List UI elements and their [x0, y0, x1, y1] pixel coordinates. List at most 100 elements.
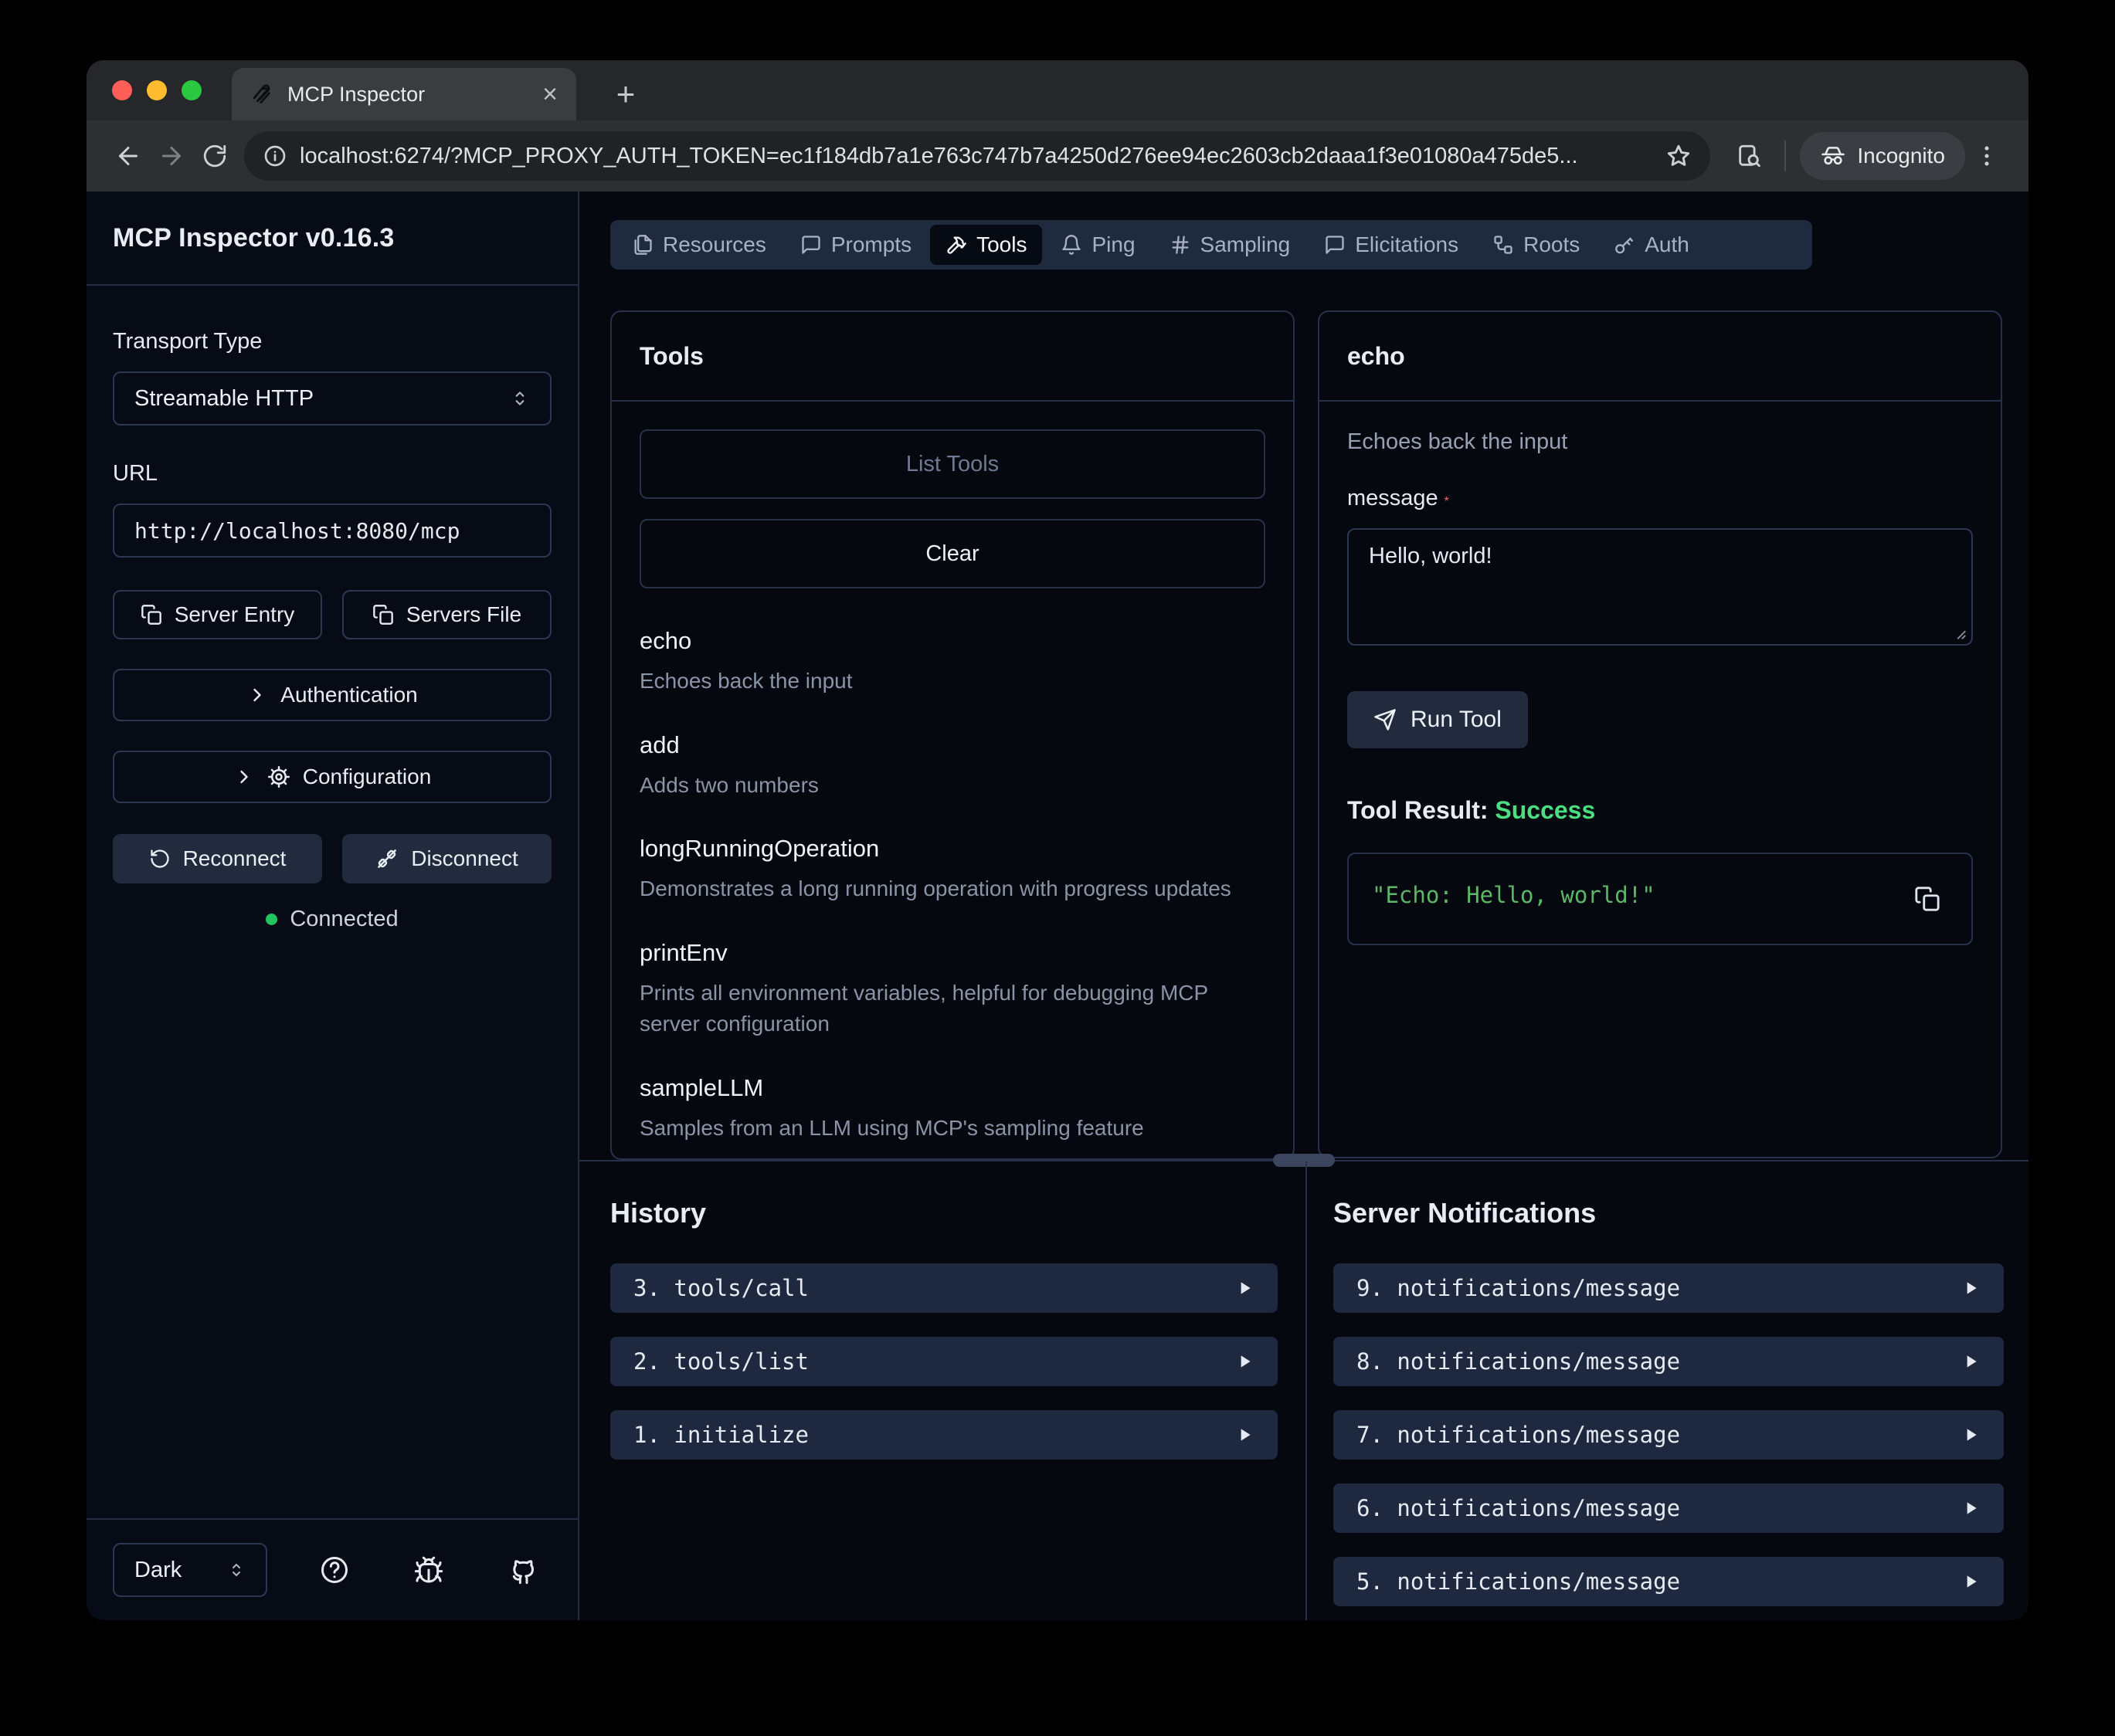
- browser-menu-icon[interactable]: [1965, 134, 2008, 178]
- connected-dot-icon: [266, 914, 277, 925]
- copy-result-button[interactable]: [1914, 882, 1948, 916]
- tab-prompts[interactable]: Prompts: [785, 225, 927, 265]
- history-title: History: [610, 1197, 1278, 1229]
- tab-tools[interactable]: Tools: [930, 225, 1042, 265]
- history-item-label: 1. initialize: [633, 1422, 809, 1448]
- chevrons-up-down-icon: [227, 1561, 246, 1579]
- tab-elicitations[interactable]: Elicitations: [1309, 225, 1474, 265]
- notification-item[interactable]: 6. notifications/message: [1333, 1483, 2004, 1533]
- clear-button[interactable]: Clear: [640, 519, 1265, 588]
- run-tool-button[interactable]: Run Tool: [1347, 691, 1528, 748]
- history-item[interactable]: 3. tools/call: [610, 1263, 1278, 1313]
- tool-name: printEnv: [640, 939, 1265, 967]
- back-icon[interactable]: [107, 134, 150, 178]
- github-icon[interactable]: [507, 1554, 539, 1586]
- servers-file-button[interactable]: Servers File: [342, 590, 552, 639]
- servers-file-label: Servers File: [406, 602, 521, 627]
- tab-ping[interactable]: Ping: [1045, 225, 1150, 265]
- server-notifications-panel: Server Notifications 9. notifications/me…: [1307, 1161, 2028, 1620]
- tab-sampling[interactable]: Sampling: [1154, 225, 1306, 265]
- connected-label: Connected: [290, 907, 398, 932]
- server-entry-button[interactable]: Server Entry: [113, 590, 322, 639]
- theme-select[interactable]: Dark: [113, 1543, 267, 1597]
- list-item[interactable]: longRunningOperation Demonstrates a long…: [640, 835, 1265, 905]
- bug-icon[interactable]: [412, 1554, 445, 1586]
- message-square-icon: [1324, 234, 1346, 256]
- configuration-expander[interactable]: Configuration: [113, 751, 552, 803]
- required-asterisk: *: [1445, 495, 1449, 508]
- hash-icon: [1170, 234, 1191, 256]
- workflow-icon: [1492, 234, 1514, 256]
- tool-result-label: Tool Result:: [1347, 796, 1489, 824]
- message-field[interactable]: Hello, world!: [1347, 528, 1973, 646]
- bookmark-star-icon[interactable]: [1665, 143, 1692, 169]
- help-icon[interactable]: [318, 1554, 351, 1586]
- tools-panel-header: Tools: [612, 312, 1293, 402]
- forward-icon: [150, 134, 193, 178]
- url-label: URL: [113, 461, 552, 487]
- list-item[interactable]: add Adds two numbers: [640, 731, 1265, 802]
- search-tabs-icon[interactable]: [1727, 134, 1770, 178]
- send-icon: [1373, 708, 1397, 731]
- notification-item[interactable]: 8. notifications/message: [1333, 1337, 2004, 1386]
- list-item[interactable]: echo Echoes back the input: [640, 627, 1265, 697]
- play-icon: [1234, 1278, 1254, 1298]
- chevrons-up-down-icon: [510, 388, 530, 409]
- key-icon: [1614, 234, 1635, 256]
- close-window-button[interactable]: [112, 80, 132, 100]
- tool-result-value: "Echo: Hello, world!": [1372, 882, 1914, 908]
- notification-item[interactable]: 7. notifications/message: [1333, 1410, 2004, 1460]
- tool-name: longRunningOperation: [640, 835, 1265, 863]
- tool-result-status: Success: [1495, 796, 1595, 824]
- chevron-right-icon: [246, 684, 268, 706]
- copy-icon: [141, 604, 162, 626]
- browser-tab[interactable]: MCP Inspector ×: [232, 68, 576, 120]
- notification-item[interactable]: 5. notifications/message: [1333, 1557, 2004, 1606]
- reconnect-button[interactable]: Reconnect: [113, 834, 322, 883]
- list-item[interactable]: sampleLLM Samples from an LLM using MCP'…: [640, 1074, 1265, 1144]
- browser-window: MCP Inspector × + localhost:6274/?MCP_PR…: [87, 60, 2028, 1620]
- tab-label: Auth: [1645, 232, 1689, 257]
- zoom-window-button[interactable]: [182, 80, 202, 100]
- server-url-input[interactable]: [113, 504, 552, 558]
- mcp-logo-icon: [250, 83, 273, 106]
- tool-detail-description: Echoes back the input: [1347, 429, 1973, 455]
- reconnect-label: Reconnect: [183, 846, 287, 871]
- play-icon: [1234, 1351, 1254, 1372]
- address-bar[interactable]: localhost:6274/?MCP_PROXY_AUTH_TOKEN=ec1…: [244, 131, 1710, 181]
- notification-item[interactable]: 9. notifications/message: [1333, 1263, 2004, 1313]
- bottom-panes: History 3. tools/call 2. tools/list 1. i…: [579, 1161, 2028, 1620]
- notification-item-label: 8. notifications/message: [1356, 1348, 1680, 1375]
- main-content: Resources Prompts Tools Ping: [579, 192, 2028, 1620]
- transport-type-label: Transport Type: [113, 329, 552, 354]
- gear-icon: [267, 765, 290, 788]
- tool-detail-title: echo: [1347, 342, 1405, 371]
- tab-roots[interactable]: Roots: [1477, 225, 1595, 265]
- incognito-badge: Incognito: [1800, 132, 1965, 180]
- transport-type-select[interactable]: Streamable HTTP: [113, 371, 552, 426]
- authentication-expander[interactable]: Authentication: [113, 669, 552, 721]
- run-tool-label: Run Tool: [1411, 707, 1502, 733]
- history-item[interactable]: 1. initialize: [610, 1410, 1278, 1460]
- rotate-ccw-icon: [149, 848, 171, 870]
- tool-result-line: Tool Result: Success: [1347, 796, 1973, 825]
- tab-label: Roots: [1523, 232, 1580, 257]
- new-tab-button[interactable]: +: [606, 74, 646, 114]
- message-field-label-row: message*: [1347, 486, 1973, 511]
- transport-type-value: Streamable HTTP: [134, 386, 314, 412]
- resize-grip-icon[interactable]: [1953, 626, 1967, 640]
- list-item[interactable]: printEnv Prints all environment variable…: [640, 939, 1265, 1040]
- list-tools-button[interactable]: List Tools: [640, 429, 1265, 499]
- hammer-icon: [945, 234, 967, 256]
- incognito-label: Incognito: [1857, 144, 1945, 168]
- tab-resources[interactable]: Resources: [616, 225, 782, 265]
- reload-icon[interactable]: [193, 134, 236, 178]
- tab-close-icon[interactable]: ×: [542, 81, 558, 107]
- disconnect-button[interactable]: Disconnect: [342, 834, 552, 883]
- chevron-right-icon: [233, 766, 255, 788]
- tab-auth[interactable]: Auth: [1598, 225, 1705, 265]
- site-info-icon[interactable]: [263, 144, 287, 168]
- unplug-icon: [375, 847, 399, 870]
- minimize-window-button[interactable]: [147, 80, 167, 100]
- history-item[interactable]: 2. tools/list: [610, 1337, 1278, 1386]
